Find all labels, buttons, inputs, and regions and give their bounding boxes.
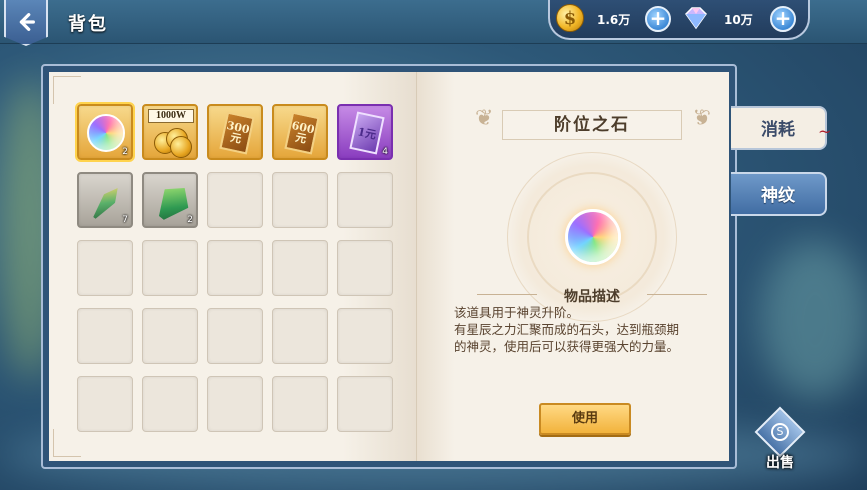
corner-ornament [53, 429, 81, 457]
ribbon-icon: ~ [818, 122, 832, 141]
description-heading: 物品描述 [564, 289, 620, 305]
inventory-slot-empty[interactable] [337, 308, 393, 364]
inventory-slot-rank-stone[interactable]: 2 [75, 102, 135, 162]
inventory-slot-empty[interactable] [207, 240, 263, 296]
inventory-slot-empty[interactable] [77, 240, 133, 296]
add-gold-button[interactable]: + [645, 6, 671, 32]
inventory-slot-green-crystal[interactable]: 2 [142, 172, 198, 228]
inventory-slot-card-300[interactable]: 300元 [207, 104, 263, 160]
item-quantity: 7 [122, 215, 128, 225]
item-name: 阶位之石 [502, 110, 682, 140]
item-quantity: 4 [382, 147, 388, 157]
backpack-panel: 2 1000W 300元 600元 1元 4 7 2 ❦ 阶位之石 ❦ 物品描述… [41, 64, 737, 469]
back-button[interactable] [4, 0, 48, 46]
sell-button[interactable]: S 出售 [754, 406, 806, 471]
inventory-slot-empty[interactable] [207, 308, 263, 364]
inventory-slot-empty[interactable] [337, 376, 393, 432]
item-quantity: 2 [187, 215, 193, 225]
inventory-slot-empty[interactable] [272, 308, 328, 364]
inventory-slot-empty[interactable] [337, 172, 393, 228]
recharge-card-icon: 600元 [284, 111, 320, 155]
diamond-amount: 10万 [724, 13, 753, 27]
inventory-slot-empty[interactable] [142, 240, 198, 296]
tab-runes[interactable]: 神纹 [731, 172, 827, 216]
background-foliage-right [760, 240, 867, 400]
use-button[interactable]: 使用 [539, 403, 631, 435]
inventory-slot-empty[interactable] [272, 172, 328, 228]
inventory-slot-empty[interactable] [142, 308, 198, 364]
dagger-crystal-icon [89, 184, 123, 223]
back-arrow-icon [19, 13, 35, 31]
divider [647, 294, 707, 295]
diamond-icon [685, 7, 707, 30]
panel-paper: 2 1000W 300元 600元 1元 4 7 2 ❦ 阶位之石 ❦ 物品描述… [49, 72, 729, 461]
inventory-slot-card-1[interactable]: 1元 4 [337, 104, 393, 160]
add-diamond-button[interactable]: + [770, 6, 796, 32]
item-description: 该道具用于神灵升阶。 有星辰之力汇聚而成的石头，达到瓶颈期的神灵，使用后可以获得… [454, 304, 684, 355]
inventory-slot-empty[interactable] [207, 376, 263, 432]
sell-symbol: S [771, 423, 789, 441]
rainbow-orb-icon [87, 114, 125, 152]
description-line: 该道具用于神灵升阶。 [454, 305, 580, 320]
inventory-slot-empty[interactable] [272, 376, 328, 432]
recharge-card-icon: 1元 [349, 111, 385, 155]
inventory-slot-empty[interactable] [77, 376, 133, 432]
inventory-slot-empty[interactable] [207, 172, 263, 228]
inventory-slot-empty[interactable] [337, 240, 393, 296]
inventory-slot-empty[interactable] [142, 376, 198, 432]
item-label: 1000W [148, 109, 194, 123]
rainbow-orb-icon [565, 209, 621, 265]
description-line: 有星辰之力汇聚而成的石头，达到瓶颈期的神灵，使用后可以获得更强大的力量。 [454, 322, 680, 354]
sell-label: 出售 [766, 455, 794, 471]
gold-coins-icon [154, 128, 192, 158]
title-ornament-left: ❦ [475, 106, 494, 131]
recharge-card-icon: 300元 [219, 111, 255, 155]
tab-consumables[interactable]: 消耗 [731, 106, 827, 150]
item-detail-page: ❦ 阶位之石 ❦ 物品描述 该道具用于神灵升阶。 有星辰之力汇聚而成的石头，达到… [417, 72, 729, 461]
corner-ornament [53, 76, 81, 104]
inventory-slot-empty[interactable] [77, 308, 133, 364]
inventory-page: 2 1000W 300元 600元 1元 4 7 2 [49, 72, 417, 461]
item-quantity: 2 [122, 147, 128, 157]
page-title: 背包 [68, 14, 108, 35]
inventory-slot-empty[interactable] [272, 240, 328, 296]
inventory-slot-gold-coins[interactable]: 1000W [142, 104, 198, 160]
gold-coin-icon: $ [556, 4, 584, 32]
inventory-slot-dagger-crystal[interactable]: 7 [77, 172, 133, 228]
title-ornament-right: ❦ [692, 106, 711, 131]
gold-amount: 1.6万 [597, 13, 631, 27]
inventory-slot-card-600[interactable]: 600元 [272, 104, 328, 160]
